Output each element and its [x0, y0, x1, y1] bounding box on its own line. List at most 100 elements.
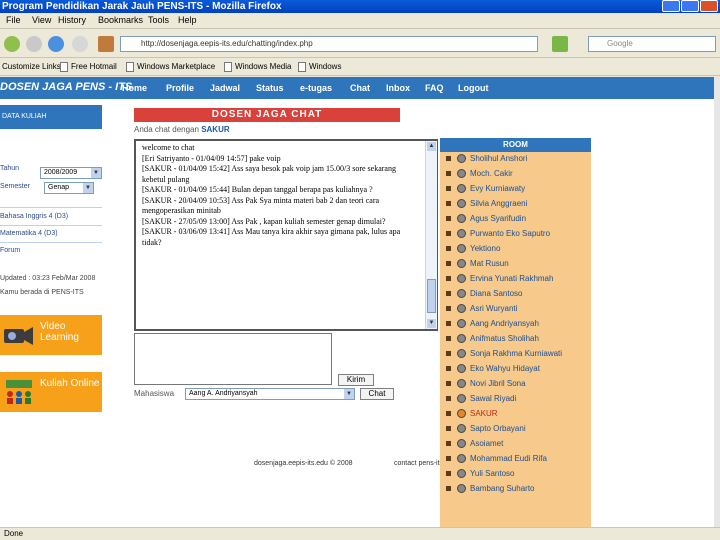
room-user-item[interactable]: Moch. Cakir: [440, 169, 591, 184]
chat-with-user: SAKUR: [201, 125, 230, 134]
nav-profile[interactable]: Profile: [166, 83, 194, 93]
room-user-item[interactable]: Mat Rusun: [440, 259, 591, 274]
nav-logout[interactable]: Logout: [458, 83, 489, 93]
room-user-name: Sapto Orbayani: [470, 424, 526, 433]
room-user-item[interactable]: SAKUR: [440, 409, 591, 424]
semester-select[interactable]: Genap: [44, 182, 94, 194]
user-icon: [457, 199, 466, 208]
stop-icon[interactable]: [72, 36, 88, 52]
footer-contact[interactable]: contact pens-its: [394, 460, 443, 467]
room-user-item[interactable]: Aang Andriyansyah: [440, 319, 591, 334]
bookmark-free-hotmail[interactable]: Free Hotmail: [60, 62, 117, 72]
chat-line: [SAKUR - 01/04/09 15:44] Bulan depan tan…: [142, 185, 373, 194]
room-user-item[interactable]: Eko Wahyu Hidayat: [440, 364, 591, 379]
room-user-item[interactable]: Diana Santoso: [440, 289, 591, 304]
room-user-item[interactable]: Yektiono: [440, 244, 591, 259]
room-user-item[interactable]: Novi Jibril Sona: [440, 379, 591, 394]
menu-file[interactable]: File: [6, 15, 21, 25]
kuliah-online-label: Kuliah Online: [40, 378, 100, 389]
room-user-item[interactable]: Yuli Santoso: [440, 469, 591, 484]
nav-faq[interactable]: FAQ: [425, 83, 444, 93]
mahasiswa-select[interactable]: Aang A. Andriyansyah: [185, 388, 355, 400]
bullet-icon: [446, 261, 451, 266]
forum-link[interactable]: Forum: [0, 247, 20, 254]
room-user-item[interactable]: Asri Wuryanti: [440, 304, 591, 319]
chat-line: [SAKUR - 01/04/09 15:42] Ass saya besok …: [142, 164, 396, 184]
menu-help[interactable]: Help: [178, 15, 197, 25]
room-user-item[interactable]: Anifmatus Sholihah: [440, 334, 591, 349]
minimize-button[interactable]: [662, 0, 680, 12]
menu-view[interactable]: View: [32, 15, 51, 25]
scroll-down-icon[interactable]: ▼: [427, 319, 436, 328]
nav-chat[interactable]: Chat: [350, 83, 370, 93]
reload-icon[interactable]: [48, 36, 64, 52]
menu-bookmarks[interactable]: Bookmarks: [98, 15, 143, 25]
user-icon: [457, 154, 466, 163]
user-icon: [457, 349, 466, 358]
nav-e-tugas[interactable]: e-tugas: [300, 83, 332, 93]
user-icon: [457, 409, 466, 418]
nav-status[interactable]: Status: [256, 83, 284, 93]
nav-inbox[interactable]: Inbox: [386, 83, 410, 93]
page-scrollbar[interactable]: [714, 77, 720, 527]
room-user-item[interactable]: Ervina Yunati Rakhmah: [440, 274, 591, 289]
bullet-icon: [446, 321, 451, 326]
room-user-item[interactable]: Mohammad Eudi Rifa: [440, 454, 591, 469]
room-user-item[interactable]: Sawal Riyadi: [440, 394, 591, 409]
room-user-item[interactable]: Sonja Rakhma Kurniawati: [440, 349, 591, 364]
room-user-item[interactable]: Purwanto Eko Saputro: [440, 229, 591, 244]
message-input[interactable]: [134, 333, 332, 385]
go-icon[interactable]: [552, 36, 568, 52]
bookmark-windows-media[interactable]: Windows Media: [224, 62, 291, 72]
tahun-select[interactable]: 2008/2009: [40, 167, 102, 179]
room-user-item[interactable]: Silvia Anggraeni: [440, 199, 591, 214]
scroll-up-icon[interactable]: ▲: [427, 142, 436, 151]
home-icon[interactable]: [98, 36, 114, 52]
close-button[interactable]: [700, 0, 718, 12]
chat-lines: welcome to chat [Eri Satriyanto - 01/04/…: [142, 143, 420, 248]
bookmark-customize-links[interactable]: Customize Links: [2, 62, 61, 71]
menu-tools[interactable]: Tools: [148, 15, 169, 25]
room-user-name: Silvia Anggraeni: [470, 199, 528, 208]
room-user-item[interactable]: Evy Kurniawaty: [440, 184, 591, 199]
course-link-matematika[interactable]: Matematika 4 (D3): [0, 230, 58, 237]
video-learning-banner[interactable]: Video Learning: [0, 315, 102, 355]
room-user-name: SAKUR: [470, 409, 498, 418]
user-icon: [457, 469, 466, 478]
chat-with-prefix: Anda chat dengan: [134, 125, 199, 134]
room-user-item[interactable]: Agus Syarifudin: [440, 214, 591, 229]
bullet-icon: [446, 246, 451, 251]
bullet-icon: [446, 276, 451, 281]
room-user-item[interactable]: Asoiamet: [440, 439, 591, 454]
scroll-thumb[interactable]: [427, 279, 436, 313]
search-input[interactable]: Google: [588, 36, 716, 52]
forward-icon[interactable]: [26, 36, 42, 52]
url-field[interactable]: http://dosenjaga.eepis-its.edu/chatting/…: [120, 36, 538, 52]
menu-history[interactable]: History: [58, 15, 86, 25]
room-user-name: Yektiono: [470, 244, 501, 253]
kuliah-online-banner[interactable]: Kuliah Online: [0, 372, 102, 412]
bookmark-windows[interactable]: Windows: [298, 62, 341, 72]
chat-button[interactable]: Chat: [360, 388, 394, 400]
room-user-item[interactable]: Sapto Orbayani: [440, 424, 591, 439]
nav-jadwal[interactable]: Jadwal: [210, 83, 240, 93]
room-user-item[interactable]: Bambang Suharto: [440, 484, 591, 499]
maximize-button[interactable]: [681, 0, 699, 12]
back-icon[interactable]: [4, 36, 20, 52]
chat-scrollbar[interactable]: ▲ ▼: [425, 141, 437, 329]
bullet-icon: [446, 441, 451, 446]
chat-line: welcome to chat: [142, 143, 195, 152]
course-link-bahasa-inggris[interactable]: Bahasa Inggris 4 (D3): [0, 213, 68, 220]
window-title: Program Pendidikan Jarak Jauh PENS-ITS -…: [0, 0, 720, 13]
bullet-icon: [446, 351, 451, 356]
chat-log[interactable]: welcome to chat [Eri Satriyanto - 01/04/…: [134, 139, 438, 331]
navigation-toolbar: http://dosenjaga.eepis-its.edu/chatting/…: [0, 30, 720, 58]
room-user-name: Sholihul Anshori: [470, 154, 528, 163]
site-nav: DOSEN JAGA PENS - ITS Home Profile Jadwa…: [0, 77, 714, 99]
chat-line: [SAKUR - 03/06/09 13:41] Ass Mau tanya k…: [142, 227, 401, 247]
nav-home[interactable]: Home: [122, 83, 147, 93]
room-user-item[interactable]: Sholihul Anshori: [440, 154, 591, 169]
room-user-name: Sawal Riyadi: [470, 394, 517, 403]
bookmark-windows-marketplace[interactable]: Windows Marketplace: [126, 62, 215, 72]
send-button[interactable]: Kirim: [338, 374, 374, 386]
